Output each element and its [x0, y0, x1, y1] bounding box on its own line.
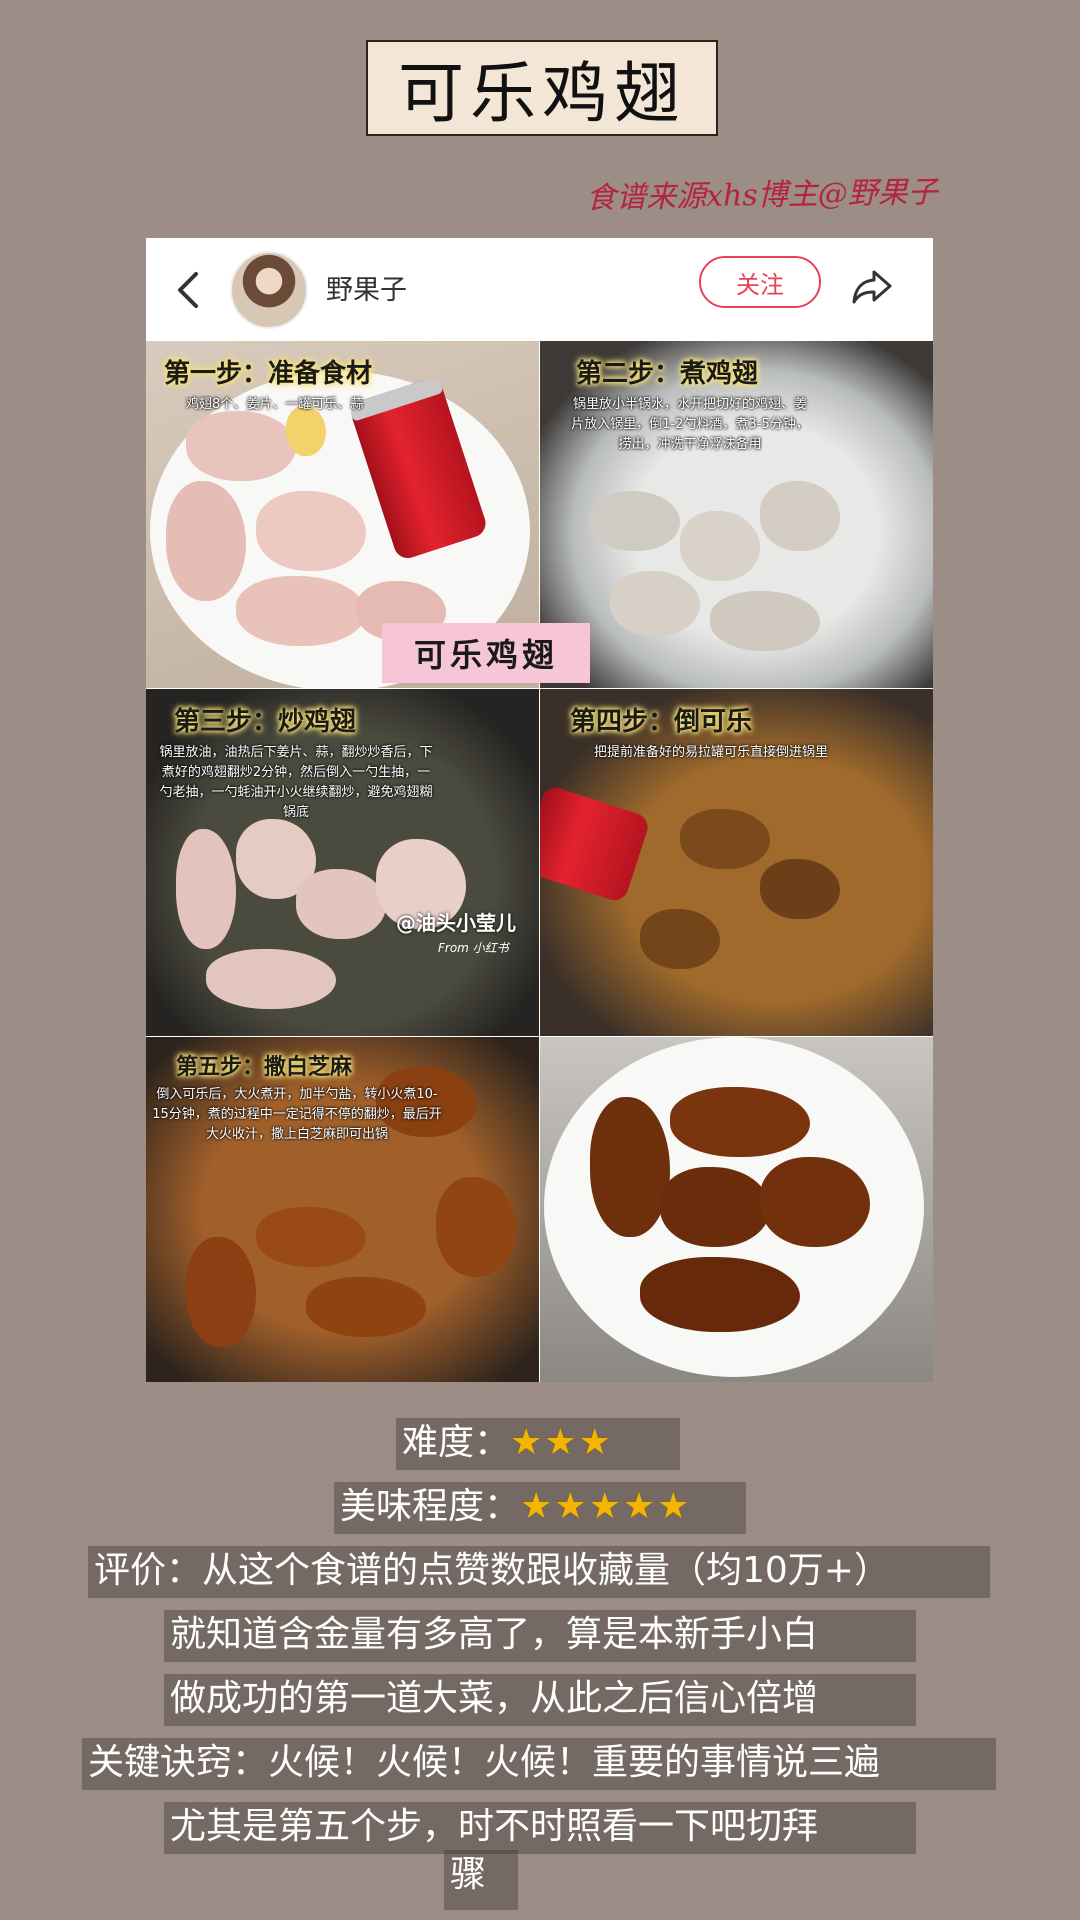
post-card: 野果子 关注 第一步：准备食材 鸡翅8个、姜片、一罐可乐、蒜 第二步：煮鸡翅 锅…: [146, 238, 933, 1382]
fried-wing-image: [176, 829, 236, 949]
difficulty-label: 难度：: [402, 1422, 511, 1463]
glazed-wing-image: [256, 1207, 366, 1267]
raw-wing-image: [166, 481, 246, 601]
step-3-text: 锅里放油，油热后下姜片、蒜，翻炒炒香后，下煮好的鸡翅翻炒2分钟，然后倒入一勺生抽…: [159, 745, 433, 820]
boiled-wing-image: [680, 511, 760, 581]
glazed-wing-image: [186, 1237, 256, 1347]
step-4-panel: 第四步：倒可乐 把提前准备好的易拉罐可乐直接倒进锅里: [540, 689, 933, 1036]
follow-button[interactable]: 关注: [699, 256, 821, 308]
author-watermark: @油头小莹儿: [396, 911, 516, 935]
step-4-title: 第四步：倒可乐: [570, 707, 753, 737]
recipe-steps-collage: 第一步：准备食材 鸡翅8个、姜片、一罐可乐、蒜 第二步：煮鸡翅 锅里放小半锅水，…: [146, 341, 933, 1382]
review-line: 关键诀窍：火候！火候！火候！重要的事情说三遍: [82, 1738, 996, 1790]
taste-stars-icon: ★★★★★: [520, 1486, 692, 1527]
fried-wing-image: [206, 949, 336, 1009]
cola-wing-image: [640, 909, 720, 969]
from-watermark: From 小红书: [438, 941, 509, 955]
step-1-title: 第一步：准备食材: [164, 359, 373, 389]
cola-can-image: [540, 784, 652, 904]
recipe-source-note: 食谱来源xhs博主@野果子: [585, 174, 938, 217]
step-5-title: 第五步：撒白芝麻: [176, 1055, 353, 1080]
step-1-text: 鸡翅8个、姜片、一罐可乐、蒜: [186, 397, 364, 412]
difficulty-rating: 难度：★★★: [396, 1418, 680, 1470]
post-header: 野果子 关注: [146, 238, 933, 341]
step-5-text: 倒入可乐后，大火煮开，加半勺盐，转小火煮10-15分钟，煮的过程中一定记得不停的…: [152, 1087, 442, 1142]
boiled-wing-image: [760, 481, 840, 551]
step-2-text: 锅里放小半锅水，水开把切好的鸡翅、姜片放入锅里，倒1-2勺料酒，煮3-5分钟，捞…: [571, 397, 809, 452]
review-line: 就知道含金量有多高了，算是本新手小白: [164, 1610, 916, 1662]
boiled-wing-image: [610, 571, 700, 636]
share-icon[interactable]: [848, 262, 896, 310]
raw-wing-image: [236, 576, 366, 646]
page-title: 可乐鸡翅: [366, 40, 718, 136]
step-4-text: 把提前准备好的易拉罐可乐直接倒进锅里: [593, 745, 828, 760]
fried-wing-image: [296, 869, 386, 939]
finished-wing-image: [660, 1167, 770, 1247]
boiled-wing-image: [710, 591, 820, 651]
dish-name-sticker: 可乐鸡翅: [382, 623, 590, 683]
step-5-panel: 第五步：撒白芝麻 倒入可乐后，大火煮开，加半勺盐，转小火煮10-15分钟，煮的过…: [146, 1037, 539, 1382]
finished-wing-image: [590, 1097, 670, 1237]
taste-label: 美味程度：: [340, 1486, 521, 1527]
author-avatar[interactable]: [230, 251, 308, 329]
step-3-panel: 第三步：炒鸡翅 锅里放油，油热后下姜片、蒜，翻炒炒香后，下煮好的鸡翅翻炒2分钟，…: [146, 689, 539, 1036]
finished-wing-image: [760, 1157, 870, 1247]
review-line: 做成功的第一道大菜，从此之后信心倍增: [164, 1674, 916, 1726]
raw-wing-image: [186, 411, 296, 481]
cola-wing-image: [760, 859, 840, 919]
raw-wing-image: [256, 491, 366, 571]
difficulty-stars-icon: ★★★: [510, 1422, 613, 1463]
review-line: 评价：从这个食谱的点赞数跟收藏量（均10万+）: [88, 1546, 990, 1598]
author-name[interactable]: 野果子: [326, 268, 407, 307]
finished-wing-image: [670, 1087, 810, 1157]
back-arrow-icon[interactable]: [172, 268, 206, 312]
review-line: 尤其是第五个步，时不时照看一下吧切拜: [164, 1802, 916, 1854]
glazed-wing-image: [436, 1177, 516, 1277]
finished-wing-image: [640, 1257, 800, 1332]
step-2-panel: 第二步：煮鸡翅 锅里放小半锅水，水开把切好的鸡翅、姜片放入锅里，倒1-2勺料酒，…: [540, 341, 933, 688]
taste-rating: 美味程度：★★★★★: [334, 1482, 746, 1534]
glazed-wing-image: [306, 1277, 426, 1337]
step-3-title: 第三步：炒鸡翅: [174, 707, 357, 737]
boiled-wing-image: [590, 491, 680, 551]
final-dish-panel: [540, 1037, 933, 1382]
review-line: 骤: [444, 1850, 518, 1910]
step-2-title: 第二步：煮鸡翅: [576, 359, 759, 389]
cola-wing-image: [680, 809, 770, 869]
